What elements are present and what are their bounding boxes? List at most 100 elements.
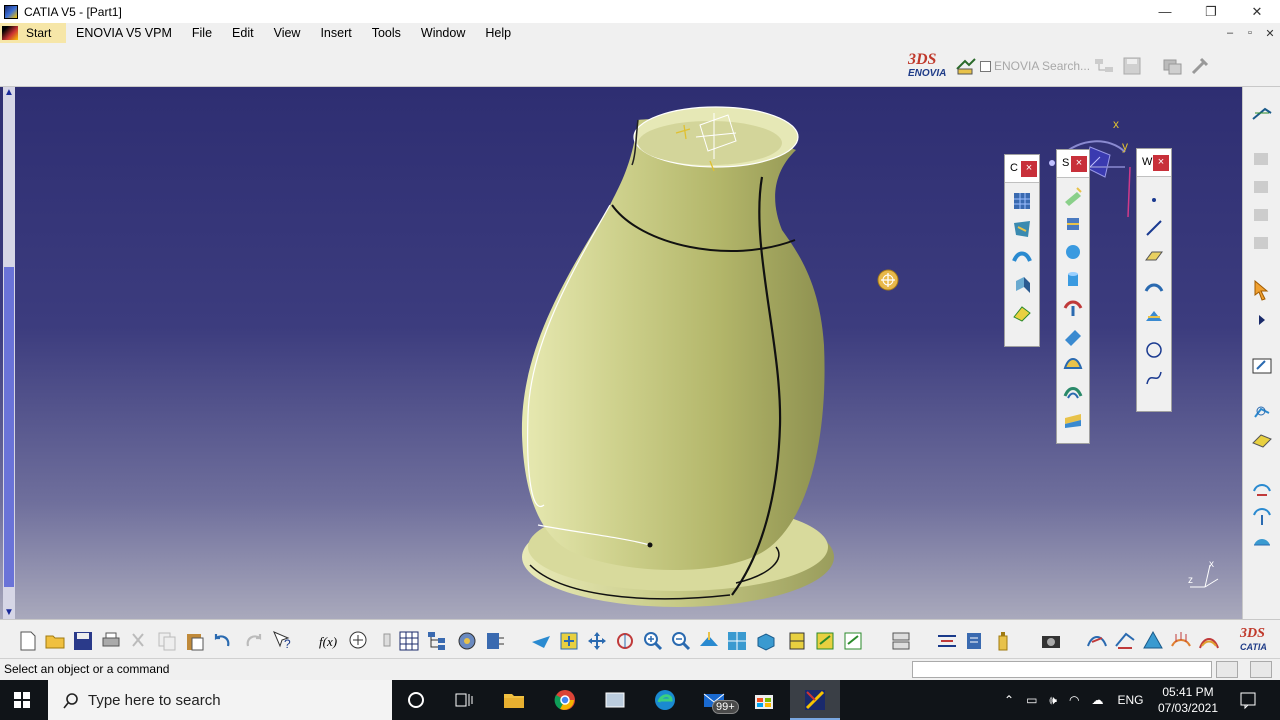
arc-surface-icon[interactable] xyxy=(1011,246,1033,268)
hide-show-icon[interactable] xyxy=(814,630,836,652)
menu-enovia[interactable]: ENOVIA V5 VPM xyxy=(66,26,182,40)
zoom-out-icon[interactable] xyxy=(670,630,692,652)
grayed-tool-2-icon[interactable] xyxy=(1251,177,1273,199)
fly-mode-icon[interactable] xyxy=(530,630,552,652)
scroll-up-arrow[interactable]: ▲ xyxy=(3,87,15,99)
grayed-tool-1-icon[interactable] xyxy=(1251,149,1273,171)
close-button[interactable]: ✕ xyxy=(1234,0,1280,23)
blend-icon[interactable] xyxy=(1062,409,1084,431)
tray-onedrive-icon[interactable]: ☁ xyxy=(1091,693,1103,707)
pan-icon[interactable] xyxy=(586,630,608,652)
sweep-icon[interactable] xyxy=(1062,325,1084,347)
menu-help[interactable]: Help xyxy=(475,26,521,40)
edit-link-icon[interactable] xyxy=(890,630,912,652)
menu-start[interactable]: Start xyxy=(0,23,66,43)
shading-icon[interactable] xyxy=(786,630,808,652)
menu-view[interactable]: View xyxy=(264,26,311,40)
bottle-icon[interactable] xyxy=(992,630,1014,652)
menu-window[interactable]: Window xyxy=(411,26,475,40)
analysis-2-icon[interactable] xyxy=(1251,505,1273,527)
lamp-icon[interactable] xyxy=(376,630,398,652)
offset-icon[interactable] xyxy=(1062,297,1084,319)
cut-icon[interactable] xyxy=(128,630,150,652)
fill-surface-icon[interactable] xyxy=(1011,302,1033,324)
deviation-icon[interactable] xyxy=(1086,630,1108,652)
file-explorer-icon[interactable] xyxy=(502,688,526,712)
floating-toolbar-c-close[interactable]: × xyxy=(1021,161,1037,177)
floating-toolbar-w-header[interactable]: W × xyxy=(1137,149,1171,177)
grayed-tool-3-icon[interactable] xyxy=(1251,205,1273,227)
notifications-icon[interactable] xyxy=(1238,690,1258,710)
store-icon[interactable] xyxy=(752,688,776,712)
cylinder-icon[interactable] xyxy=(1062,269,1084,291)
normal-view-icon[interactable] xyxy=(698,630,720,652)
document-tool-icon[interactable] xyxy=(964,630,986,652)
enovia-connect-icon[interactable] xyxy=(954,54,978,78)
new-file-icon[interactable] xyxy=(17,630,39,652)
extrude-surface-icon[interactable] xyxy=(1011,274,1033,296)
3d-viewport[interactable]: ▲ ▼ x y x z C × S × W × xyxy=(0,87,1242,619)
sphere-icon[interactable] xyxy=(1062,241,1084,263)
fit-all-icon[interactable] xyxy=(558,630,580,652)
save-icon[interactable] xyxy=(72,630,94,652)
tray-wifi-icon[interactable]: ◠ xyxy=(1069,693,1079,707)
porcupine-icon[interactable] xyxy=(1170,630,1192,652)
floating-toolbar-s-close[interactable]: × xyxy=(1071,156,1087,172)
sketch-grid-icon[interactable] xyxy=(1011,190,1033,212)
cortana-icon[interactable] xyxy=(404,688,428,712)
whats-this-icon[interactable]: ? xyxy=(272,630,294,652)
catia-taskbar-button[interactable] xyxy=(790,680,840,720)
viewport-scrollbar[interactable]: ▲ ▼ xyxy=(3,87,15,619)
rotate-icon[interactable] xyxy=(614,630,636,652)
select-arrow-icon[interactable] xyxy=(1251,279,1273,301)
enovia-sync-icon[interactable] xyxy=(1160,54,1184,78)
enovia-save-icon[interactable] xyxy=(1120,54,1144,78)
axis-system-icon[interactable] xyxy=(1251,401,1273,423)
floating-toolbar-s[interactable]: S × xyxy=(1056,149,1090,444)
zoom-in-icon[interactable] xyxy=(642,630,664,652)
tray-device-icon[interactable]: ▭ xyxy=(1026,693,1037,707)
fill-icon[interactable] xyxy=(1062,353,1084,375)
capture-camera-icon[interactable] xyxy=(1040,630,1062,652)
menu-insert[interactable]: Insert xyxy=(310,26,361,40)
sketch-icon[interactable] xyxy=(1251,355,1273,377)
spline-icon[interactable] xyxy=(1143,367,1165,389)
enovia-wrench-icon[interactable] xyxy=(1188,54,1212,78)
menu-tools[interactable]: Tools xyxy=(362,26,411,40)
analysis-3-icon[interactable] xyxy=(1251,531,1273,553)
curvature-icon[interactable] xyxy=(1142,630,1164,652)
draft-analysis-icon[interactable] xyxy=(1198,630,1220,652)
swap-space-icon[interactable] xyxy=(842,630,864,652)
enovia-tree-icon[interactable] xyxy=(1092,54,1116,78)
surface-map-icon[interactable] xyxy=(1011,218,1033,240)
catia-app-icon[interactable] xyxy=(4,4,18,19)
enovia-search[interactable]: ENOVIA Search... xyxy=(980,59,1090,73)
enovia-logo[interactable]: 3DS ENOVIA xyxy=(900,51,952,81)
floating-toolbar-c[interactable]: C × xyxy=(1004,154,1040,347)
redo-icon[interactable] xyxy=(242,630,264,652)
command-input[interactable] xyxy=(912,661,1212,678)
floating-toolbar-w-close[interactable]: × xyxy=(1153,155,1169,171)
connect-check-icon[interactable] xyxy=(1114,630,1136,652)
floating-toolbar-w[interactable]: W × xyxy=(1136,148,1172,412)
multi-section-icon[interactable] xyxy=(1062,381,1084,403)
task-view-icon[interactable] xyxy=(452,688,476,712)
enovia-search-checkbox[interactable] xyxy=(980,60,991,72)
menu-file[interactable]: File xyxy=(182,26,222,40)
intersection-icon[interactable] xyxy=(1143,306,1165,328)
status-button-1[interactable] xyxy=(1216,661,1238,678)
floating-toolbar-s-header[interactable]: S × xyxy=(1057,150,1089,178)
maximize-button[interactable]: ❐ xyxy=(1188,0,1234,23)
doc-close-button[interactable]: ✕ xyxy=(1260,23,1280,43)
status-button-2[interactable] xyxy=(1250,661,1272,678)
tree-icon[interactable] xyxy=(426,630,448,652)
undo-icon[interactable] xyxy=(212,630,234,652)
measure-icon[interactable] xyxy=(484,630,506,652)
projection-icon[interactable] xyxy=(1143,278,1165,300)
tray-chevron-icon[interactable]: ⌃ xyxy=(1004,693,1014,707)
circle-icon[interactable] xyxy=(1143,339,1165,361)
expand-arrow-icon[interactable] xyxy=(1251,309,1273,331)
taskbar-search-box[interactable]: Type here to search xyxy=(48,680,392,720)
extrude-icon[interactable] xyxy=(1062,185,1084,207)
limits-icon[interactable] xyxy=(936,630,958,652)
